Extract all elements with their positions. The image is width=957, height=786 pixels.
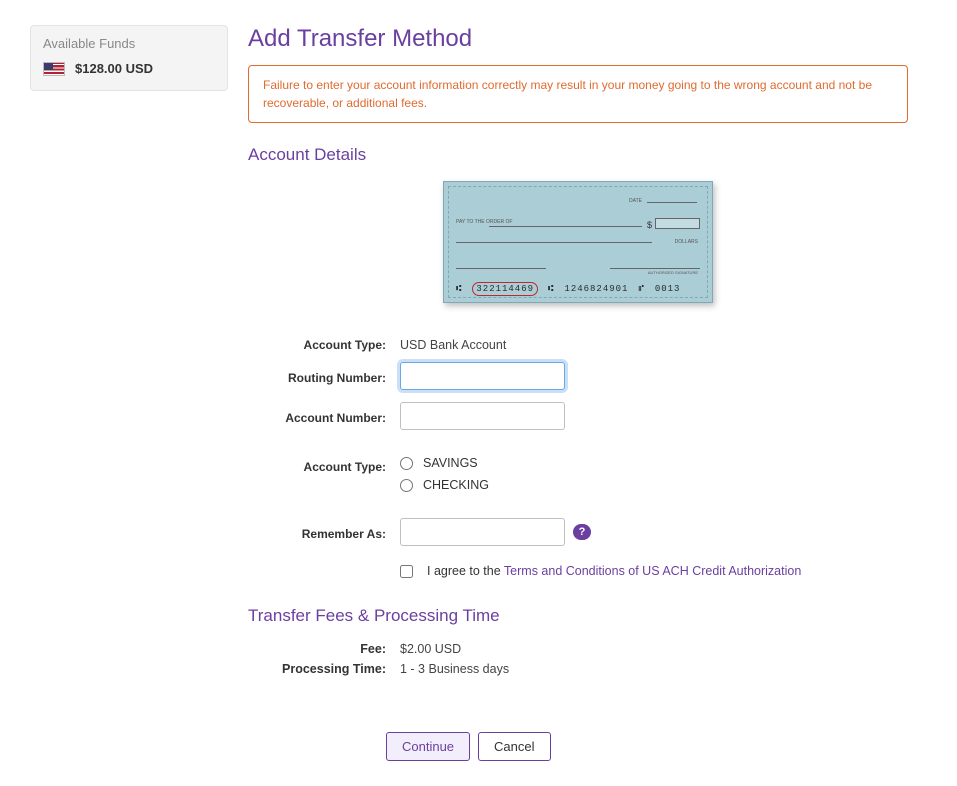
radio-checking[interactable]: CHECKING [400,478,489,492]
us-flag-icon [43,62,65,76]
label-fee: Fee: [248,642,386,656]
section-fees: Transfer Fees & Processing Time [248,606,908,626]
check-illustration-wrap: DATE PAY TO THE ORDER OF $ DOLLARS AUTHO… [248,181,908,306]
warning-alert: Failure to enter your account informatio… [248,65,908,123]
check-account-sample: 1246824901 [564,284,628,294]
action-bar: Continue Cancel [386,732,908,761]
terms-link[interactable]: Terms and Conditions of US ACH Credit Au… [504,564,801,578]
sidebar: Available Funds $128.00 USD [30,25,228,91]
label-remember-as: Remember As: [248,523,386,541]
value-account-type: USD Bank Account [400,334,506,352]
available-funds-title: Available Funds [43,36,215,51]
help-icon[interactable]: ? [573,524,591,540]
continue-button[interactable]: Continue [386,732,470,761]
agree-prefix: I agree to the [427,564,504,578]
value-fee: $2.00 USD [400,642,461,656]
radio-checking-label: CHECKING [423,478,489,492]
label-routing-number: Routing Number: [248,367,386,385]
account-number-input[interactable] [400,402,565,430]
value-processing-time: 1 - 3 Business days [400,662,509,676]
label-account-type-2: Account Type: [248,456,386,474]
check-micr-line: ⑆ 322114469 ⑆ 1246824901 ⑈ 0013 [456,282,700,296]
check-date-label: DATE [629,198,642,204]
check-illustration: DATE PAY TO THE ORDER OF $ DOLLARS AUTHO… [443,181,713,303]
label-account-type: Account Type: [248,334,386,352]
radio-checking-input[interactable] [400,479,413,492]
cancel-button[interactable]: Cancel [478,732,550,761]
main-content: Add Transfer Method Failure to enter you… [248,25,908,761]
agree-checkbox[interactable] [400,565,413,578]
routing-number-input[interactable] [400,362,565,390]
check-routing-highlight: 322114469 [472,282,538,296]
check-signature-label: AUTHORIZED SIGNATURE [648,270,698,275]
radio-savings-label: SAVINGS [423,456,478,470]
available-funds-box: Available Funds $128.00 USD [30,25,228,91]
radio-savings-input[interactable] [400,457,413,470]
check-number-sample: 0013 [655,284,681,294]
remember-as-input[interactable] [400,518,565,546]
page-title: Add Transfer Method [248,25,908,53]
check-payto-label: PAY TO THE ORDER OF [456,220,512,226]
radio-savings[interactable]: SAVINGS [400,456,489,470]
label-account-number: Account Number: [248,407,386,425]
available-funds-amount: $128.00 USD [75,61,153,76]
label-processing-time: Processing Time: [248,662,386,676]
check-dollars-label: DOLLARS [675,239,698,245]
section-account-details: Account Details [248,145,908,165]
agree-row: I agree to the Terms and Conditions of U… [400,564,908,578]
